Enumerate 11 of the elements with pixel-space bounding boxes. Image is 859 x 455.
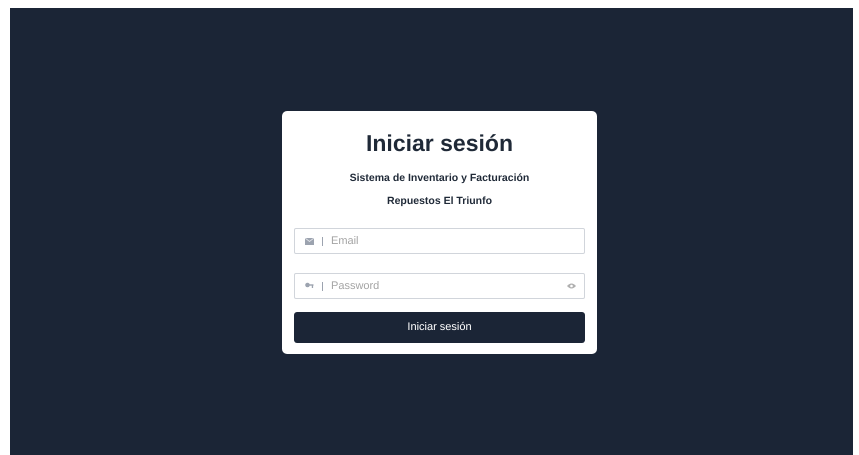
eye-icon[interactable]: [567, 283, 576, 289]
password-input[interactable]: Password: [331, 278, 559, 294]
company-name: Repuestos El Triunfo: [386, 194, 492, 208]
envelope-icon: [305, 238, 314, 244]
email-input[interactable]: Email: [331, 232, 576, 250]
system-subtitle: Sistema de Inventario y Facturación: [350, 171, 530, 185]
login-button[interactable]: Iniciar sesión: [294, 312, 585, 343]
key-icon: [305, 282, 314, 290]
password-field[interactable]: Password: [294, 273, 585, 299]
login-title: Iniciar sesión: [366, 129, 513, 157]
email-field[interactable]: Email: [294, 228, 585, 254]
